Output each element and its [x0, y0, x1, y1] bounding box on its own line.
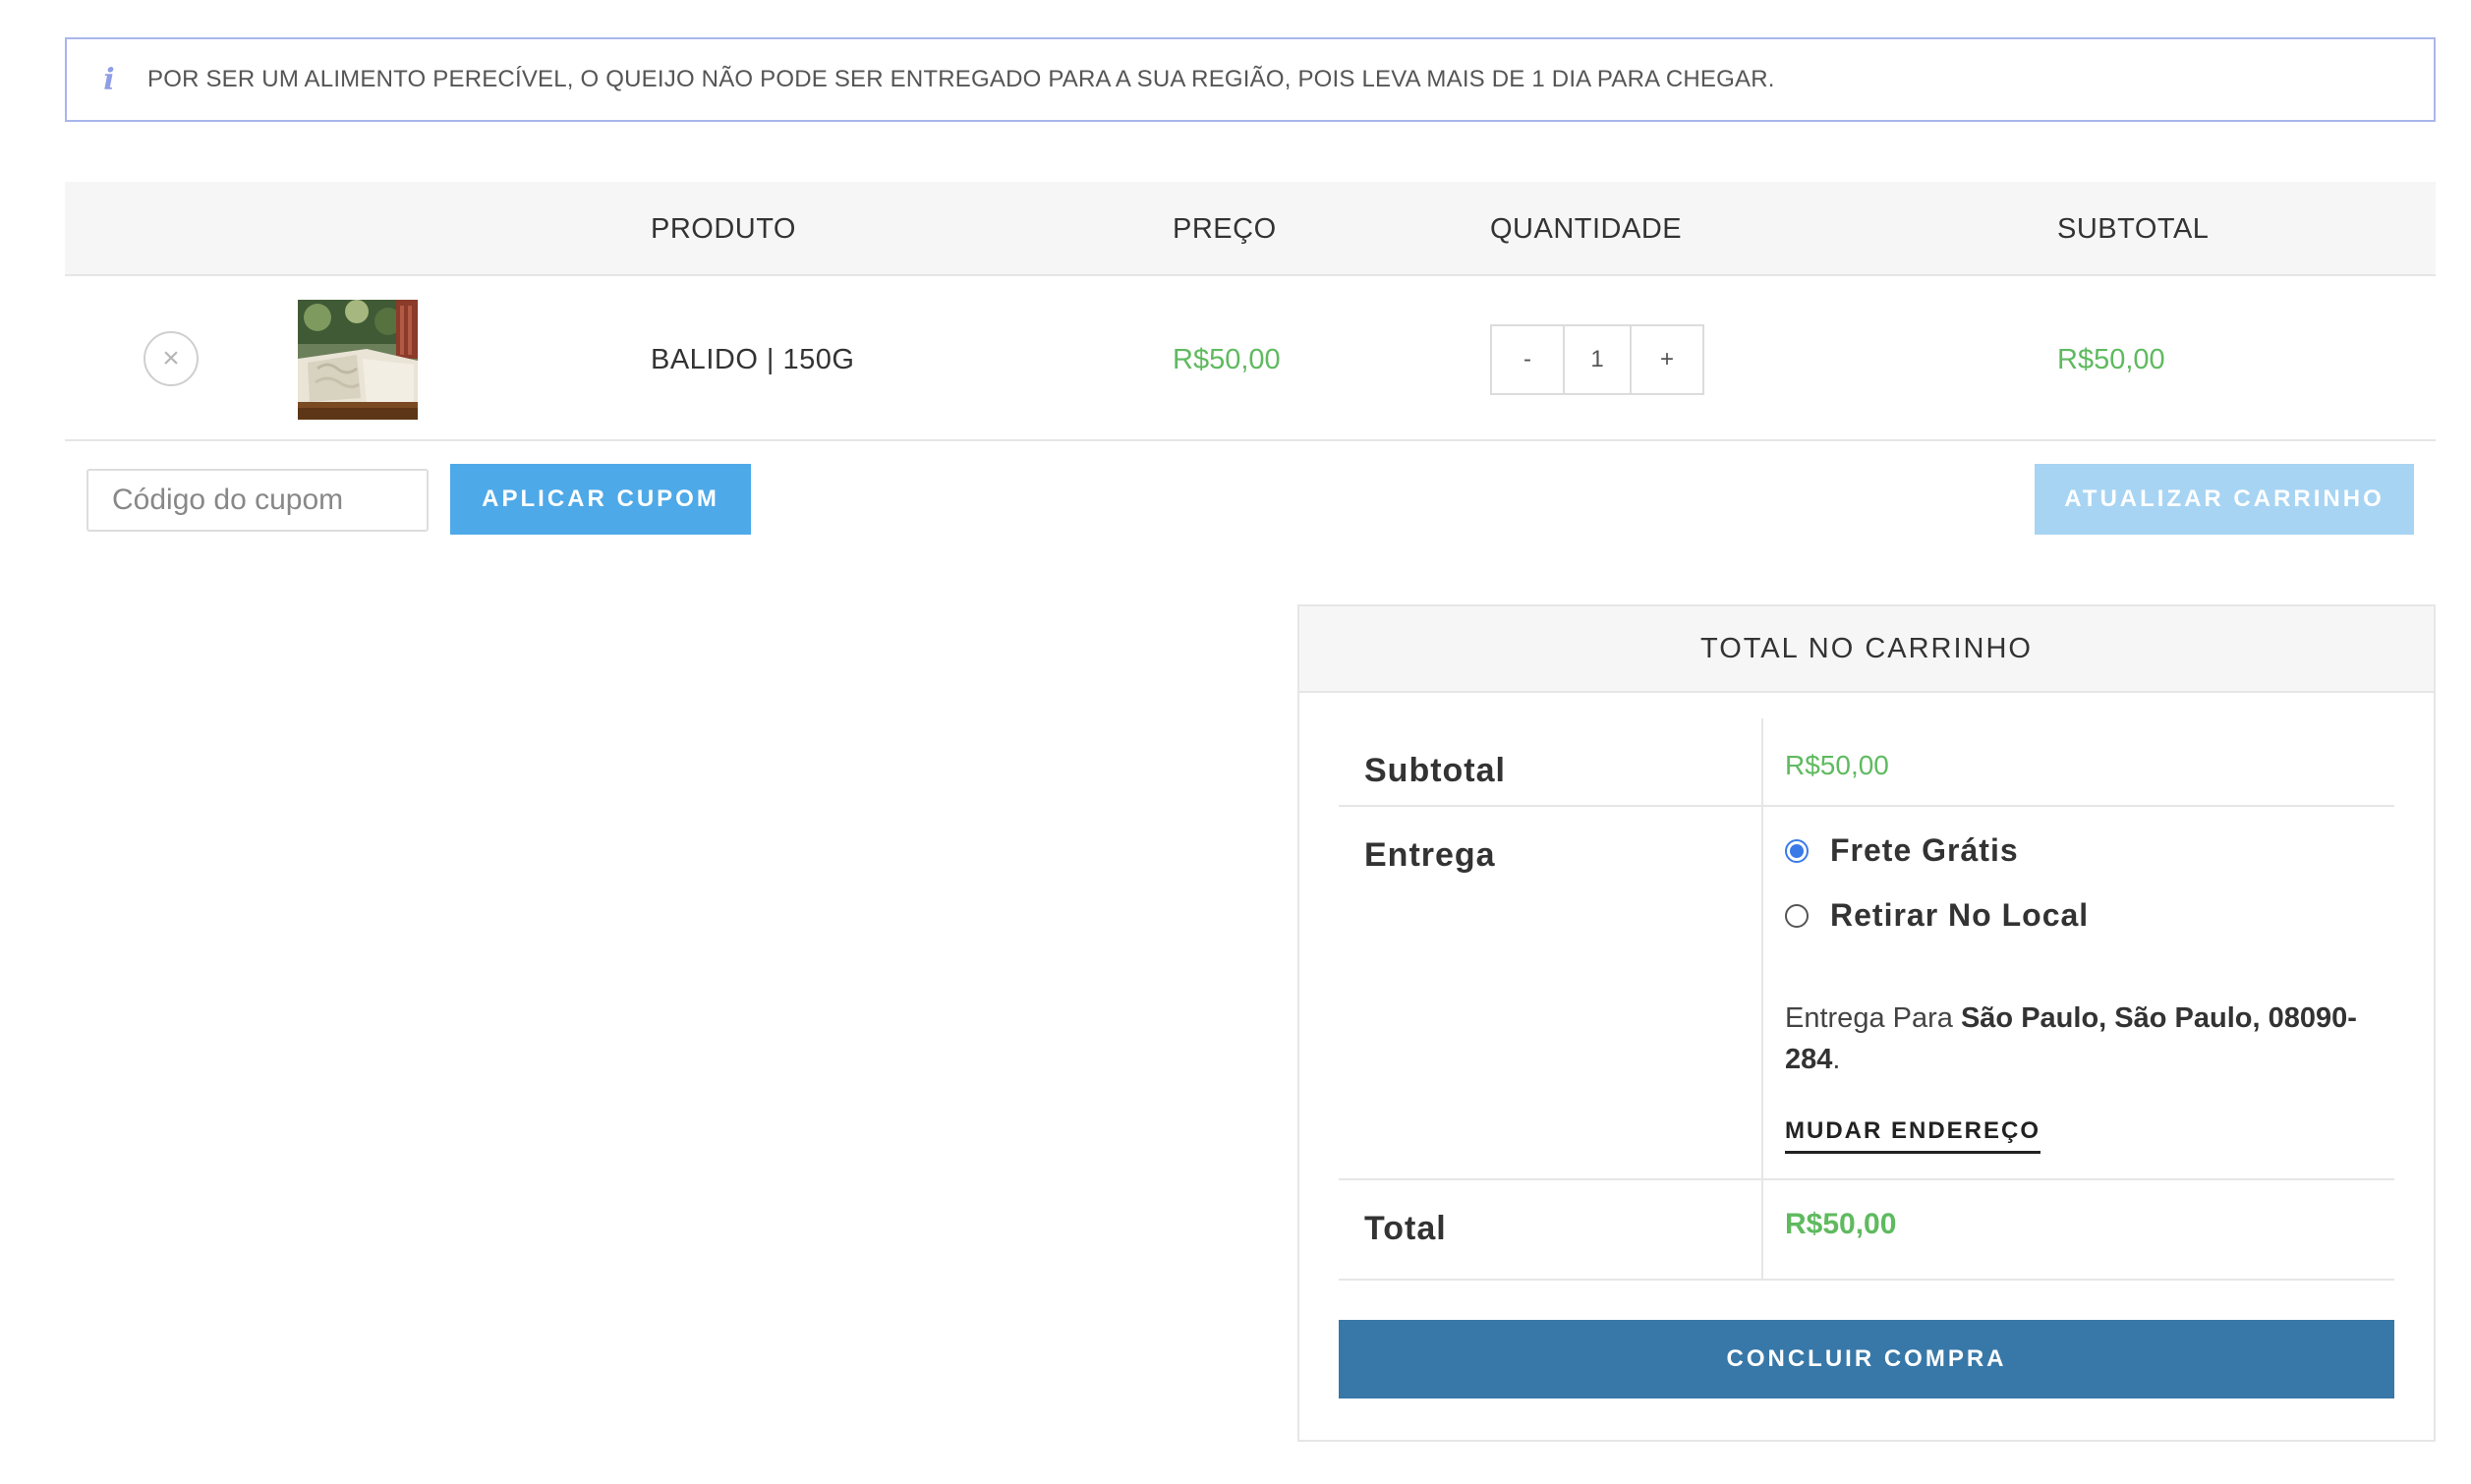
- cheese-photo: [298, 300, 418, 420]
- notice-text: POR SER UM ALIMENTO PERECÍVEL, O QUEIJO …: [147, 66, 1775, 92]
- column-divider: [1761, 718, 1763, 805]
- quantity-input[interactable]: 1: [1563, 326, 1632, 393]
- item-subtotal: R$50,00: [2057, 344, 2165, 375]
- subtotal-label: Subtotal: [1364, 752, 1506, 789]
- totals-row-subtotal: Subtotal R$50,00: [1339, 718, 2394, 807]
- total-value: R$50,00: [1785, 1208, 1897, 1240]
- shipping-option-label: Retirar No Local: [1830, 897, 2090, 933]
- product-thumbnail[interactable]: [298, 300, 418, 420]
- subtotal-value: R$50,00: [1785, 750, 1889, 780]
- totals-row-shipping: Entrega Frete Grátis Retirar No Local En…: [1339, 807, 2394, 1180]
- info-icon: i: [103, 62, 115, 97]
- close-icon: ×: [162, 342, 180, 374]
- update-cart-button[interactable]: ATUALIZAR CARRINHO: [2035, 464, 2414, 535]
- column-divider: [1761, 1180, 1763, 1279]
- header-price: PREÇO: [1173, 213, 1277, 245]
- header-product: PRODUTO: [651, 213, 796, 245]
- header-quantity: QUANTIDADE: [1490, 213, 1683, 245]
- quantity-decrease-button[interactable]: -: [1492, 326, 1563, 393]
- header-subtotal: SUBTOTAL: [2057, 213, 2210, 245]
- coupon-code-input[interactable]: [86, 469, 429, 532]
- remove-item-button[interactable]: ×: [144, 331, 199, 386]
- cart-table-header: PRODUTO PREÇO QUANTIDADE SUBTOTAL: [65, 182, 2436, 276]
- totals-row-total: Total R$50,00: [1339, 1180, 2394, 1281]
- destination-suffix: .: [1832, 1044, 1841, 1075]
- radio-selected-icon[interactable]: [1785, 838, 1809, 863]
- quantity-stepper: - 1 +: [1490, 324, 1704, 395]
- cart-totals-title: TOTAL NO CARRINHO: [1299, 606, 2434, 693]
- radio-unselected-icon[interactable]: [1785, 903, 1809, 928]
- cart-item-row: × BALIDO | 150G R$50,00 - 1 + R$50,00: [65, 278, 2436, 441]
- shipping-option-free[interactable]: Frete Grátis: [1785, 832, 2019, 869]
- apply-coupon-button[interactable]: APLICAR CUPOM: [450, 464, 751, 535]
- product-name-link[interactable]: BALIDO | 150G: [651, 278, 854, 441]
- shipping-destination: Entrega Para São Paulo, São Paulo, 08090…: [1785, 998, 2375, 1080]
- change-address-link[interactable]: MUDAR ENDEREÇO: [1785, 1117, 2041, 1154]
- destination-prefix: Entrega Para: [1785, 1002, 1961, 1034]
- shipping-option-label: Frete Grátis: [1830, 832, 2019, 868]
- total-label: Total: [1364, 1210, 1447, 1247]
- quantity-increase-button[interactable]: +: [1632, 326, 1702, 393]
- column-divider: [1761, 807, 1763, 1178]
- shipping-label: Entrega: [1364, 836, 1496, 874]
- perishable-notice: i POR SER UM ALIMENTO PERECÍVEL, O QUEIJ…: [65, 37, 2436, 122]
- cart-totals-box: TOTAL NO CARRINHO Subtotal R$50,00 Entre…: [1297, 604, 2436, 1442]
- product-price: R$50,00: [1173, 344, 1281, 375]
- checkout-button[interactable]: CONCLUIR COMPRA: [1339, 1320, 2394, 1398]
- shipping-option-pickup[interactable]: Retirar No Local: [1785, 897, 2089, 934]
